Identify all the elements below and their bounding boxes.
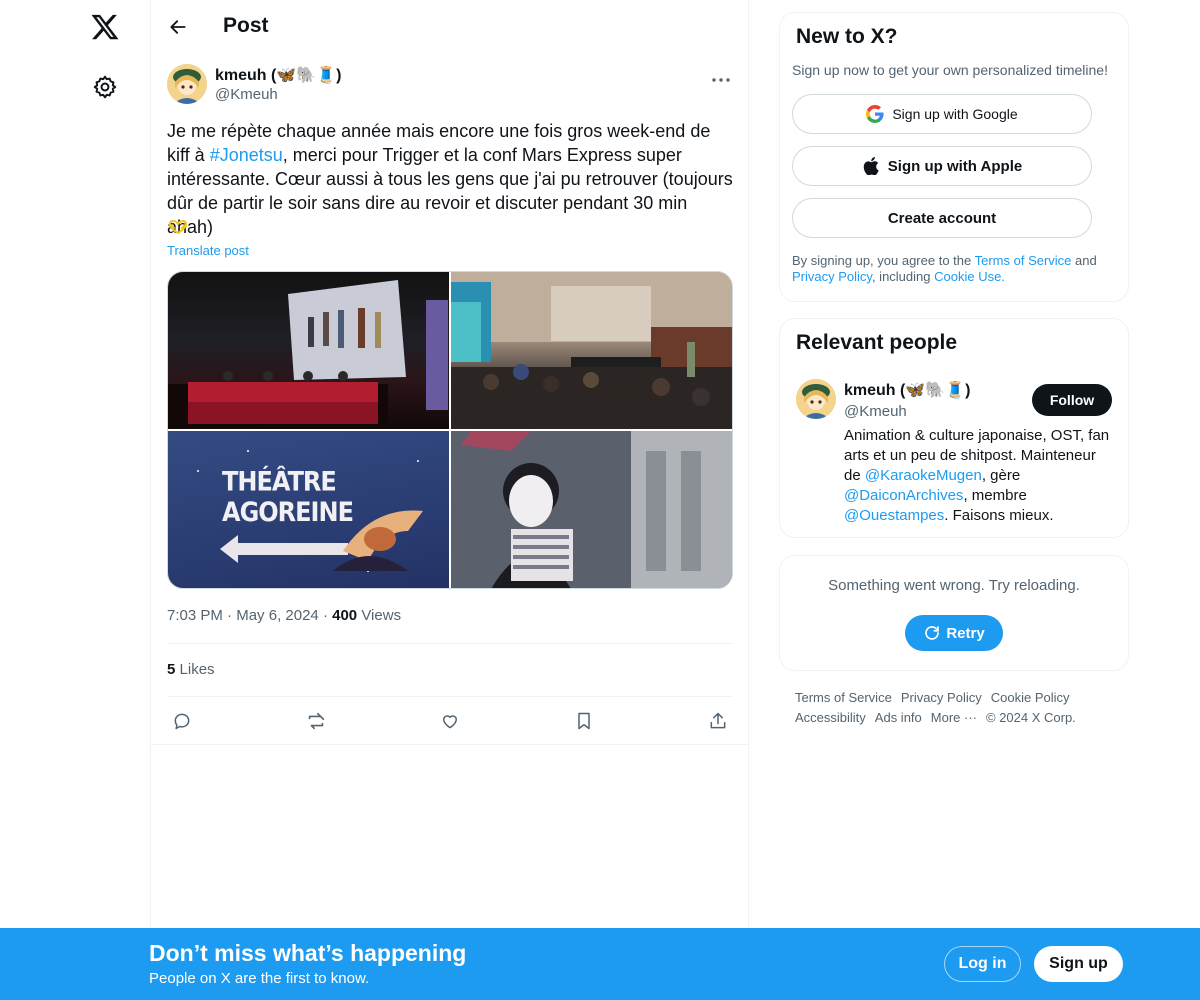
author-avatar[interactable] (167, 64, 207, 104)
error-message: Something went wrong. Try reloading. (828, 577, 1080, 594)
author-handle[interactable]: @Kmeuh (215, 86, 278, 103)
signup-apple-button[interactable]: Sign up with Apple (792, 146, 1092, 186)
footer-links: Terms of Service Privacy Policy Cookie Pol… (795, 688, 1115, 728)
post-actions (167, 706, 733, 736)
repost-icon[interactable] (301, 706, 331, 736)
post-meta: 7:03 PM · May 6, 2024 · 400 Views (167, 607, 401, 624)
create-account-label: Create account (887, 209, 997, 227)
banner-subtitle: People on X are the first to know. (149, 970, 370, 987)
signup-card: New to X? Sign up now to get your own pe… (779, 12, 1129, 302)
post-text: Je me répète chaque année mais encore un… (167, 119, 737, 239)
retry-label: Retry (946, 624, 985, 642)
legal-and: and (1071, 253, 1097, 268)
relevant-people-title: Relevant people (796, 331, 958, 354)
legal-including: , including (871, 269, 935, 284)
translate-post-link[interactable]: Translate post (167, 243, 249, 258)
reply-icon[interactable] (167, 706, 197, 736)
footer-link-ads-info[interactable]: Ads info (875, 708, 922, 728)
views-label: Views (361, 607, 402, 624)
x-logo-icon[interactable] (90, 12, 120, 42)
post-time[interactable]: 7:03 PM (167, 607, 223, 624)
bio-link-daiconarchives[interactable]: @DaiconArchives (844, 487, 963, 504)
likes-label: Likes (179, 661, 215, 678)
post-date[interactable]: May 6, 2024 (236, 607, 319, 624)
relevant-bio: Animation & culture japonaise, OST, fan … (844, 426, 1114, 526)
signup-button[interactable]: Sign up (1034, 946, 1123, 982)
privacy-link[interactable]: Privacy Policy (792, 269, 872, 284)
signup-google-button[interactable]: Sign up with Google (792, 94, 1092, 134)
divider (167, 696, 733, 697)
legal-prefix: By signing up, you agree to the (792, 253, 975, 268)
apple-icon (862, 157, 880, 175)
create-account-button[interactable]: Create account (792, 198, 1092, 238)
share-icon[interactable] (703, 706, 733, 736)
left-nav (0, 0, 150, 1000)
footer-link-cookie[interactable]: Cookie Policy (991, 688, 1070, 708)
google-icon (866, 105, 884, 123)
post-media-grid: THÉÂTRE AGOREINE (167, 271, 733, 589)
likes-count: 5 (167, 661, 176, 678)
back-arrow-icon[interactable] (165, 14, 191, 40)
terms-link[interactable]: Terms of Service (975, 253, 1072, 268)
post-header: Post (151, 0, 749, 54)
relevant-handle[interactable]: @Kmeuh (844, 403, 907, 420)
signup-legal-text: By signing up, you agree to the Terms of… (792, 253, 1122, 285)
follow-button[interactable]: Follow (1032, 384, 1112, 416)
relevant-avatar[interactable] (796, 379, 836, 419)
post-author: kmeuh (🦋🐘🧵) @Kmeuh (167, 64, 733, 108)
media-photo-stage[interactable] (168, 272, 449, 429)
cookie-use-link[interactable]: Cookie Use. (934, 269, 1005, 284)
divider (167, 643, 733, 644)
views-count: 400 (332, 607, 358, 624)
bookmark-icon[interactable] (569, 706, 599, 736)
heart-hands-emoji-icon (167, 219, 189, 235)
media-photo-street[interactable] (451, 431, 732, 588)
footer-copyright: © 2024 X Corp. (986, 710, 1076, 725)
bio-text: . Faisons mieux. (944, 507, 1054, 524)
trends-error-card: Something went wrong. Try reloading. Ret… (779, 555, 1129, 671)
page-title: Post (223, 14, 269, 37)
login-button[interactable]: Log in (944, 946, 1021, 982)
likes-stat[interactable]: 5 Likes (167, 661, 215, 678)
like-heart-icon[interactable] (435, 706, 465, 736)
bio-text: , membre (963, 487, 1027, 504)
more-options-icon[interactable] (709, 68, 733, 92)
main-column: Post kmeuh (🦋🐘🧵) @Kmeuh Je me répète cha… (150, 0, 749, 1000)
hashtag-link[interactable]: #Jonetsu (210, 145, 283, 165)
footer-link-privacy[interactable]: Privacy Policy (901, 688, 982, 708)
author-name[interactable]: kmeuh (🦋🐘🧵) (215, 65, 341, 85)
retry-button[interactable]: Retry (905, 615, 1003, 651)
settings-gear-icon[interactable] (92, 74, 118, 100)
bio-link-ouestampes[interactable]: @Ouestampes (844, 507, 944, 524)
footer-link-terms[interactable]: Terms of Service (795, 688, 892, 708)
bio-text: , gère (981, 467, 1021, 484)
divider (151, 744, 749, 745)
footer-link-accessibility[interactable]: Accessibility (795, 708, 866, 728)
signup-card-subtitle: Sign up now to get your own personalized… (792, 62, 1108, 78)
relevant-name[interactable]: kmeuh (🦋🐘🧵) (844, 380, 970, 400)
theatre-sign-text: THÉÂTRE AGOREINE (222, 466, 354, 528)
meta-separator: · (227, 607, 233, 624)
relevant-people-card: Relevant people kmeuh (🦋🐘🧵) @Kmeuh Follo… (779, 318, 1129, 538)
media-photo-theatre-sign[interactable]: THÉÂTRE AGOREINE (168, 431, 449, 588)
footer-link-more[interactable]: More ··· (931, 708, 977, 728)
login-banner: Don’t miss what’s happening People on X … (0, 928, 1200, 1000)
signup-apple-label: Sign up with Apple (887, 157, 1023, 175)
signup-google-label: Sign up with Google (892, 106, 1018, 122)
media-photo-audience[interactable] (451, 272, 732, 429)
banner-title: Don’t miss what’s happening (149, 940, 467, 966)
signup-card-title: New to X? (796, 25, 898, 48)
bio-link-karaokemugen[interactable]: @KaraokeMugen (865, 467, 982, 484)
meta-separator: · (322, 607, 328, 624)
refresh-icon (925, 626, 940, 640)
